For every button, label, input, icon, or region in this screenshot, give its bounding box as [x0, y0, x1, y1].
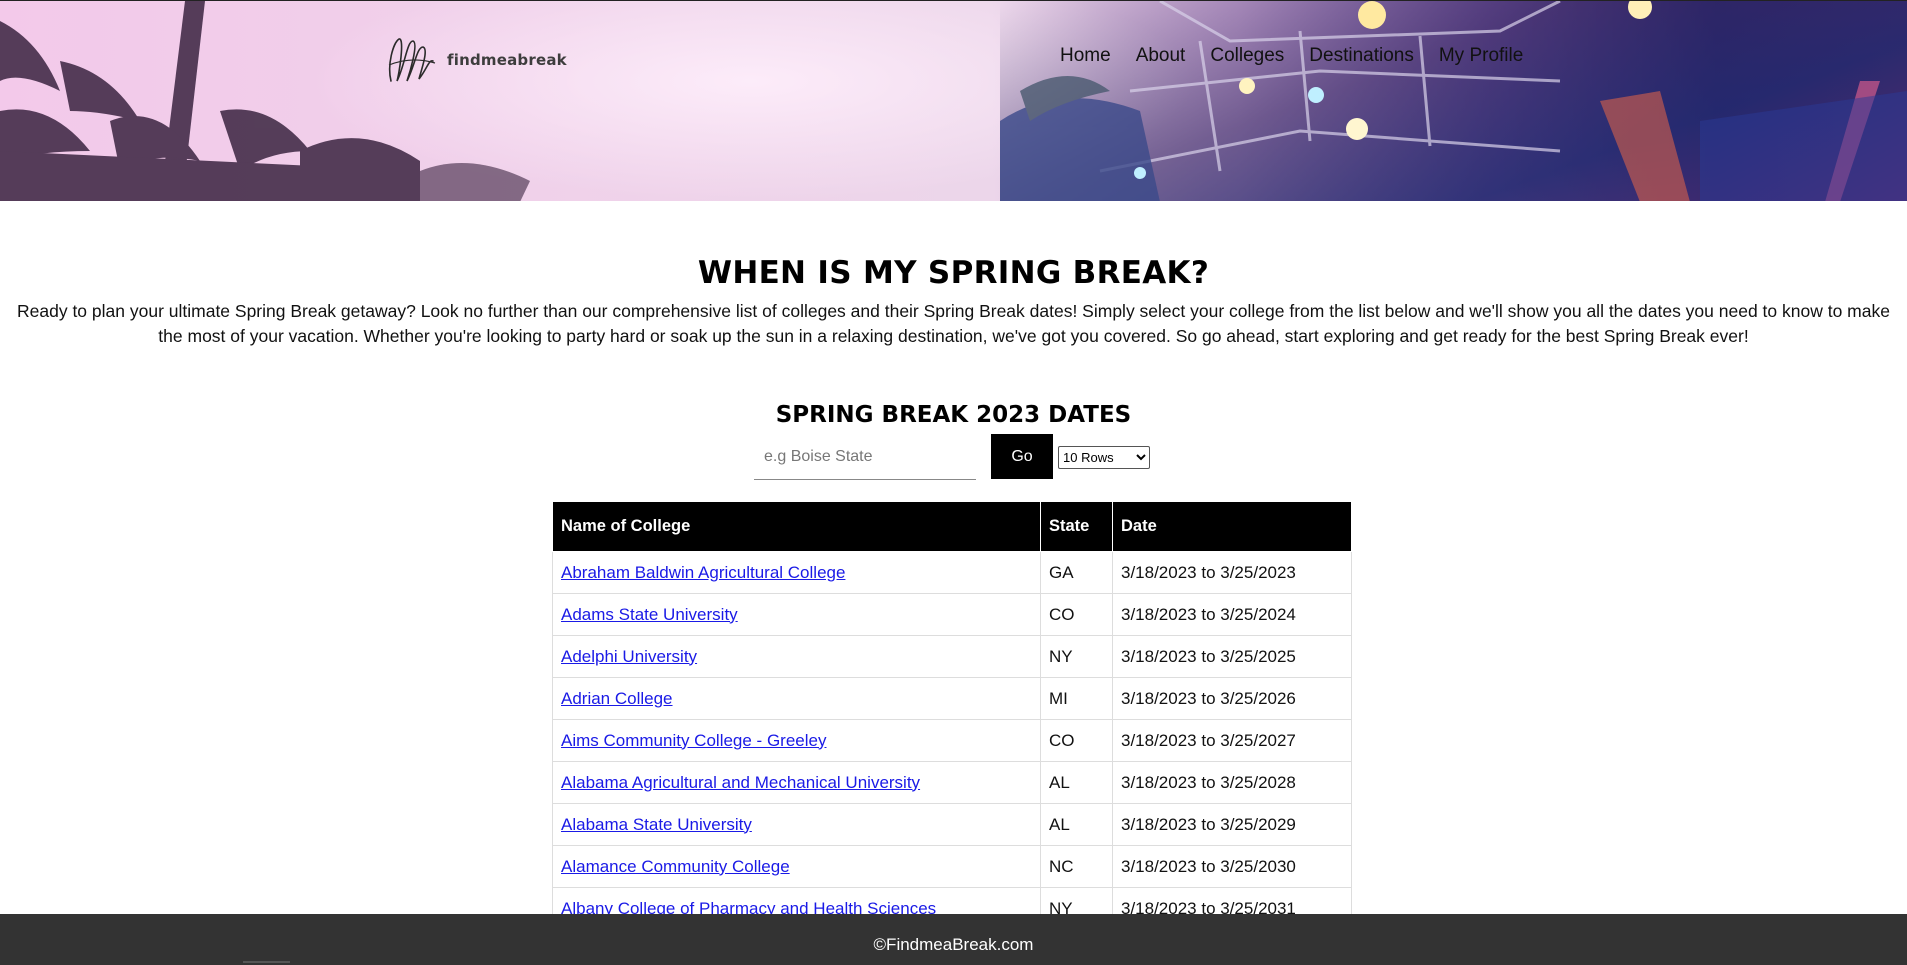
nav-colleges[interactable]: Colleges [1210, 45, 1284, 67]
section-title: SPRING BREAK 2023 DATES [775, 402, 1132, 428]
table-row: Abraham Baldwin Agricultural College GA … [552, 551, 1352, 594]
state-cell: CO [1040, 719, 1113, 762]
table-row: Alamance Community College NC 3/18/2023 … [552, 845, 1352, 888]
college-name-cell: Aims Community College - Greeley [552, 719, 1041, 762]
state-cell: CO [1040, 593, 1113, 636]
footer-copyright: ©FindmeaBreak.com [873, 935, 1034, 954]
college-link[interactable]: Adrian College [561, 689, 673, 708]
state-cell: NY [1040, 635, 1113, 678]
college-name-cell: Abraham Baldwin Agricultural College [552, 551, 1041, 594]
footer-divider [243, 961, 290, 963]
college-link[interactable]: Aims Community College - Greeley [561, 731, 826, 750]
date-cell: 3/18/2023 to 3/25/2025 [1112, 635, 1352, 678]
hero-decoration [0, 1, 1907, 201]
college-name-cell: Alamance Community College [552, 845, 1041, 888]
state-cell: MI [1040, 677, 1113, 720]
college-link[interactable]: Alabama Agricultural and Mechanical Univ… [561, 773, 920, 792]
nav-home[interactable]: Home [1060, 45, 1111, 67]
college-link[interactable]: Alabama State University [561, 815, 752, 834]
table-row: Alabama State University AL 3/18/2023 to… [552, 803, 1352, 846]
college-link[interactable]: Alamance Community College [561, 857, 790, 876]
college-name-cell: Adelphi University [552, 635, 1041, 678]
college-search-input[interactable] [754, 434, 976, 480]
main-nav: Home About Colleges Destinations My Prof… [1060, 45, 1548, 67]
nav-about[interactable]: About [1136, 45, 1186, 67]
table-row: Adams State University CO 3/18/2023 to 3… [552, 593, 1352, 636]
table-row: Adrian College MI 3/18/2023 to 3/25/2026 [552, 677, 1352, 720]
date-cell: 3/18/2023 to 3/25/2026 [1112, 677, 1352, 720]
college-name-cell: Alabama State University [552, 803, 1041, 846]
college-name-cell: Adams State University [552, 593, 1041, 636]
logo-scribble-icon [388, 38, 436, 82]
table-header-row: Name of College State Date [552, 501, 1352, 552]
nav-my-profile[interactable]: My Profile [1439, 45, 1523, 67]
date-cell: 3/18/2023 to 3/25/2030 [1112, 845, 1352, 888]
state-cell: AL [1040, 761, 1113, 804]
date-cell: 3/18/2023 to 3/25/2023 [1112, 551, 1352, 594]
date-cell: 3/18/2023 to 3/25/2024 [1112, 593, 1352, 636]
date-cell: 3/18/2023 to 3/25/2028 [1112, 761, 1352, 804]
college-link[interactable]: Adelphi University [561, 647, 697, 666]
date-cell: 3/18/2023 to 3/25/2027 [1112, 719, 1352, 762]
table-row: Alabama Agricultural and Mechanical Univ… [552, 761, 1352, 804]
logo[interactable]: findmeabreak [385, 35, 567, 85]
table-row: Adelphi University NY 3/18/2023 to 3/25/… [552, 635, 1352, 678]
header-name-of-college: Name of College [552, 501, 1041, 552]
table-row: Aims Community College - Greeley CO 3/18… [552, 719, 1352, 762]
state-cell: NC [1040, 845, 1113, 888]
go-button[interactable]: Go [991, 434, 1053, 479]
date-cell: 3/18/2023 to 3/25/2029 [1112, 803, 1352, 846]
hero-banner: findmeabreak Home About Colleges Destina… [0, 0, 1907, 201]
state-cell: AL [1040, 803, 1113, 846]
intro-paragraph: Ready to plan your ultimate Spring Break… [17, 301, 1890, 346]
college-link[interactable]: Abraham Baldwin Agricultural College [561, 563, 845, 582]
college-name-cell: Adrian College [552, 677, 1041, 720]
logo-text: findmeabreak [447, 51, 567, 69]
search-bar: Go 10 Rows [754, 434, 1150, 480]
college-name-cell: Alabama Agricultural and Mechanical Univ… [552, 761, 1041, 804]
colleges-table: Name of College State Date Abraham Baldw… [552, 501, 1352, 930]
header-state: State [1040, 501, 1113, 552]
header-date: Date [1112, 501, 1352, 552]
state-cell: GA [1040, 551, 1113, 594]
rows-per-page-select[interactable]: 10 Rows [1058, 446, 1150, 469]
college-link[interactable]: Adams State University [561, 605, 738, 624]
page-title: WHEN IS MY SPRING BREAK? [697, 255, 1210, 291]
footer: ©FindmeaBreak.com [0, 914, 1907, 965]
nav-destinations[interactable]: Destinations [1309, 45, 1414, 67]
